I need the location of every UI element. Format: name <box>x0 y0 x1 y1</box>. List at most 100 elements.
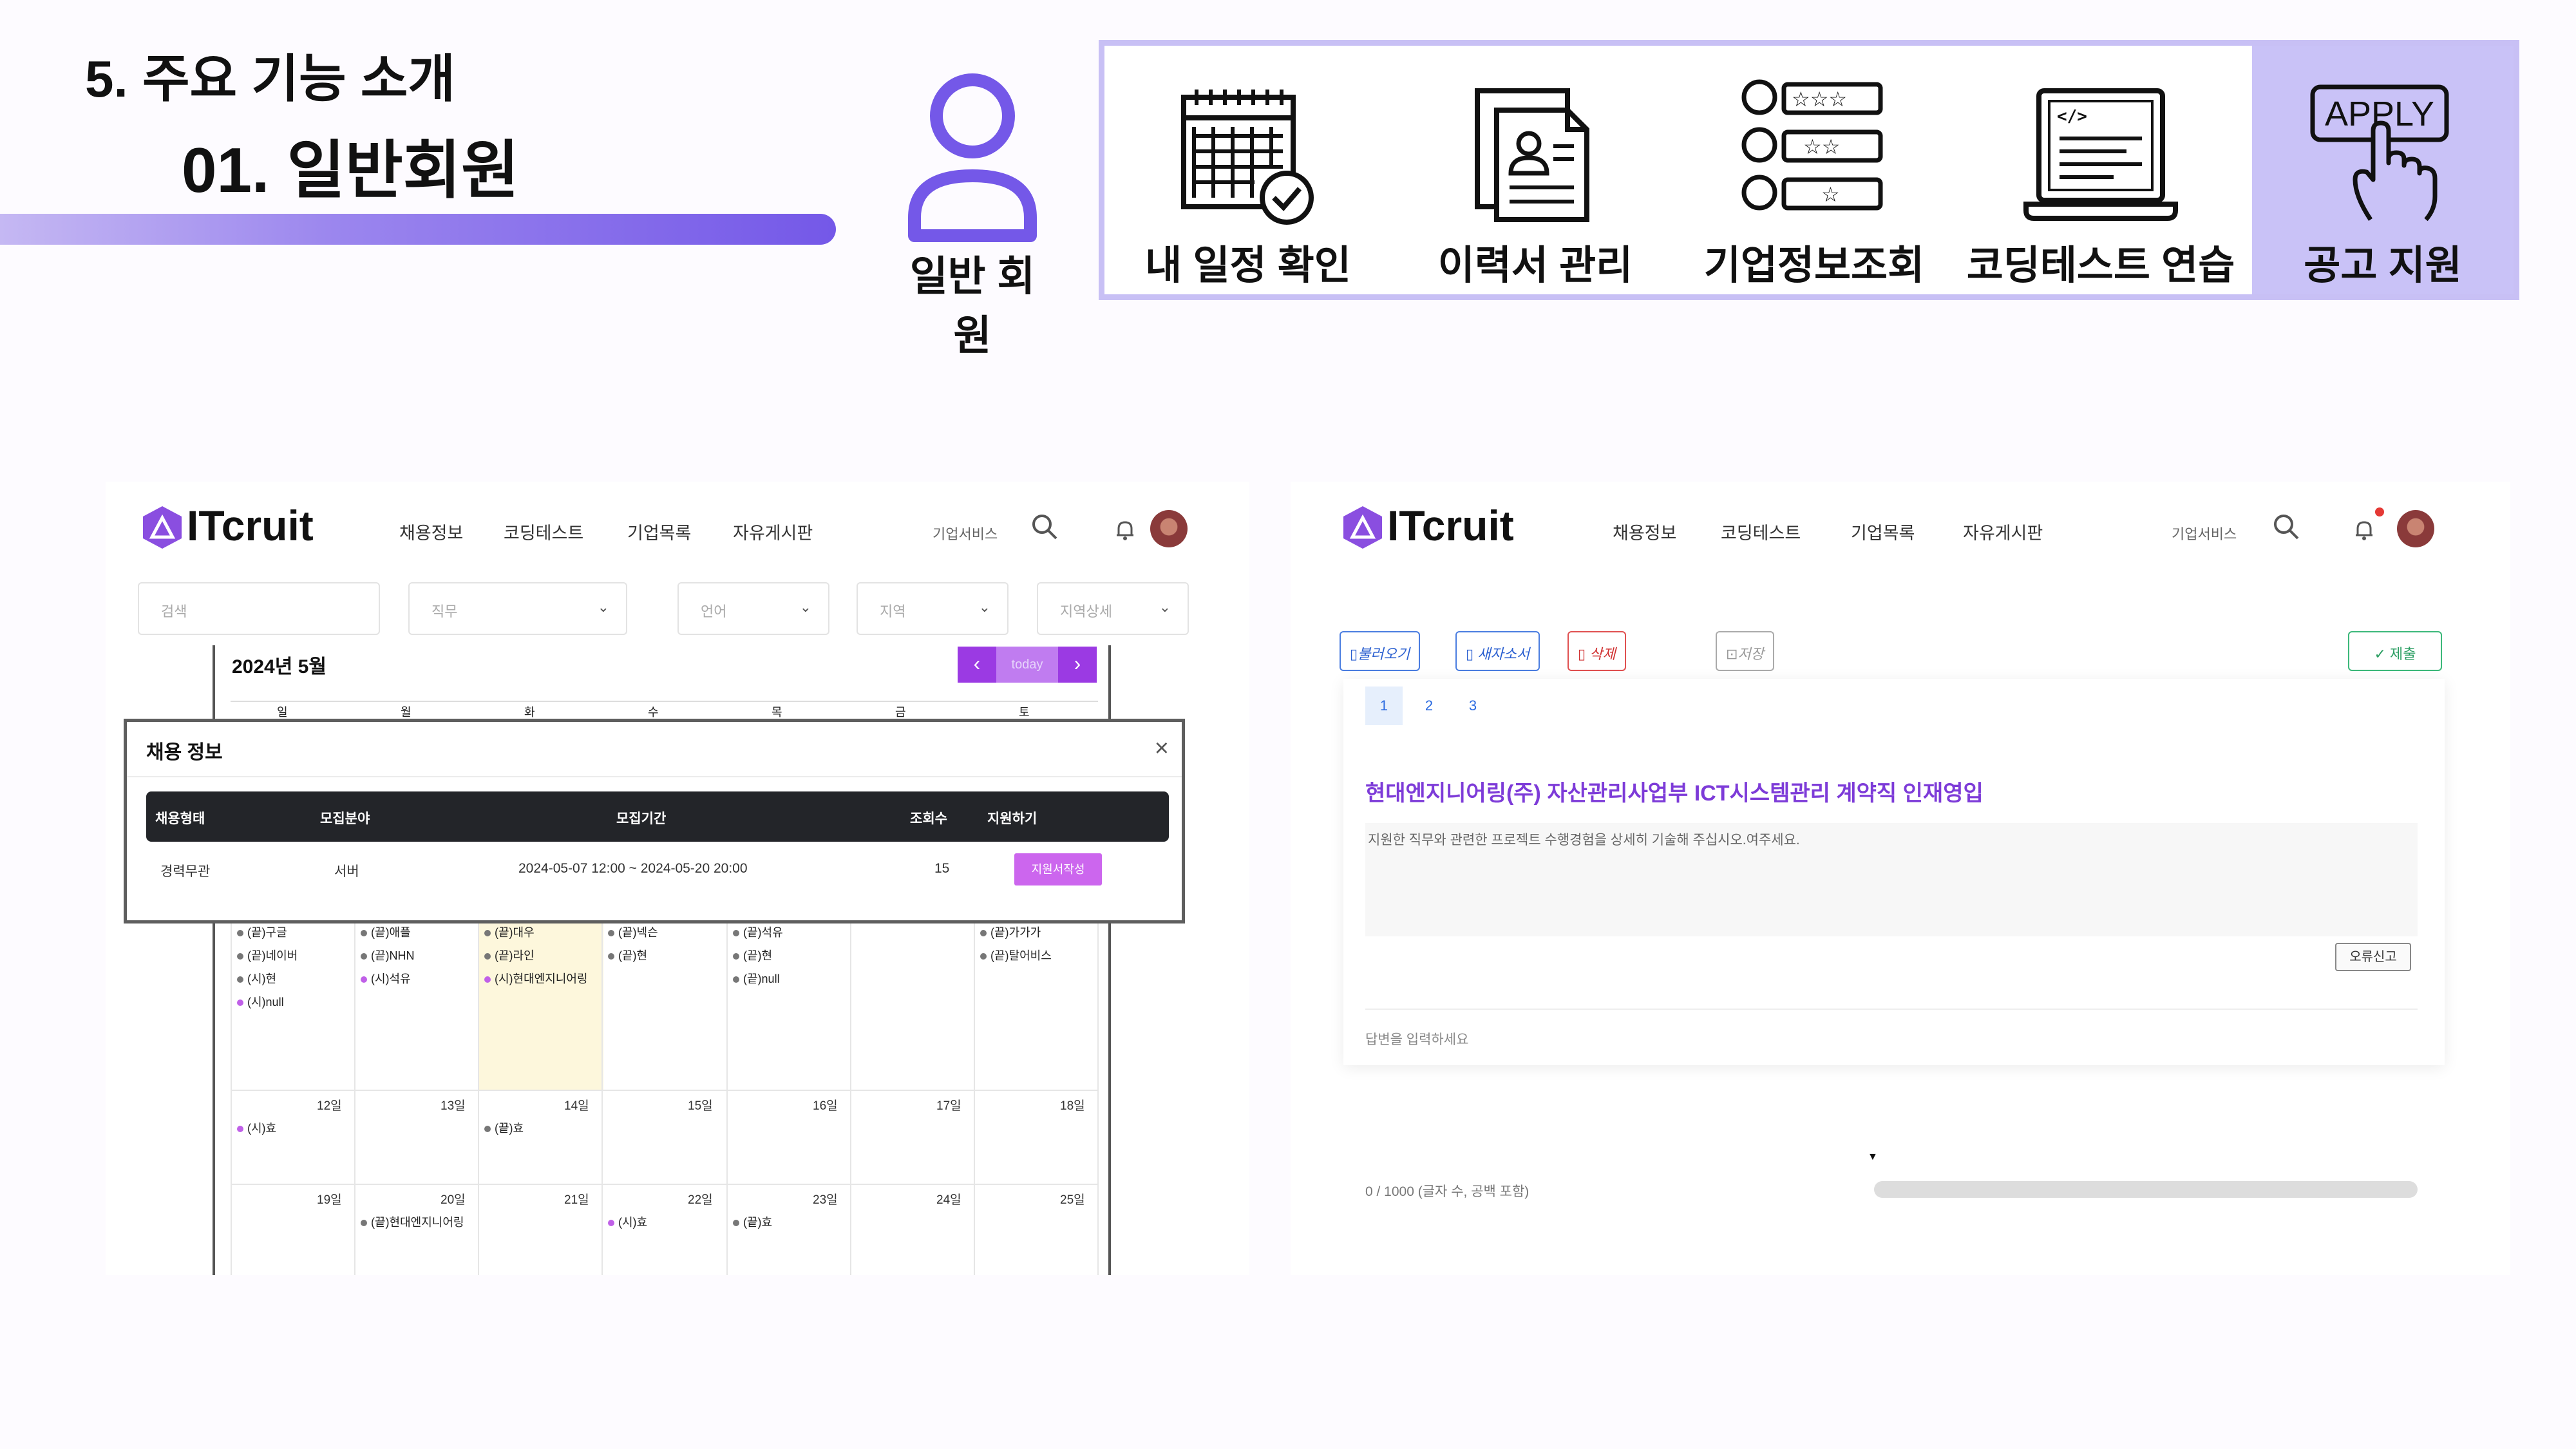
bell-icon[interactable] <box>2354 519 2374 541</box>
close-icon[interactable]: × <box>1155 735 1169 762</box>
company-rating-icon: ☆☆☆☆☆☆ <box>1741 79 1883 211</box>
calendar-event[interactable]: (시)현대엔지니어링 <box>484 970 587 987</box>
calendar-event[interactable]: (끝)네이버 <box>237 947 298 963</box>
language-select[interactable]: 언어 ⌄ <box>677 582 829 635</box>
question-tab-1[interactable]: 1 <box>1365 687 1403 725</box>
write-application-button[interactable]: 지원서작성 <box>1014 853 1102 886</box>
search-icon[interactable] <box>2271 511 2302 542</box>
column-header: 모집기간 <box>616 811 667 826</box>
search-input[interactable]: 검색 <box>138 582 380 635</box>
calendar-event[interactable]: (끝)라인 <box>484 947 535 963</box>
calendar-event[interactable]: (끝)석유 <box>733 923 783 940</box>
calendar-event[interactable]: (끝)현 <box>608 947 647 963</box>
submit-button[interactable]: ✓ 제출 <box>2348 631 2442 671</box>
length-progress-bar <box>1874 1181 2418 1198</box>
notification-dot <box>2375 507 2384 516</box>
new-cover-letter-button[interactable]: ▯ 새자소서 <box>1455 631 1540 671</box>
nav-jobs[interactable]: 채용정보 <box>399 519 463 544</box>
question-text: 지원한 직무와 관련한 프로젝트 수행경험을 상세히 기술해 주십시오.여주세요… <box>1365 823 2418 936</box>
day-number: 14일 <box>564 1099 589 1113</box>
feature-resume: 이력서 관리 <box>1392 46 1679 294</box>
avatar[interactable] <box>1150 510 1188 547</box>
calendar-screen: ITcruit 채용정보 코딩테스트 기업목록 자유게시판 기업서비스 검색 직… <box>106 482 1249 1275</box>
nav-companies[interactable]: 기업목록 <box>1851 519 1915 544</box>
calendar-event[interactable]: (끝)탈어비스 <box>980 947 1052 963</box>
day-number: 15일 <box>688 1099 713 1113</box>
today-highlight <box>479 916 603 1090</box>
weekday-label: 화 <box>524 706 535 719</box>
feature-company: ☆☆☆ ☆☆ ☆ 기업정보조회 <box>1679 46 1949 294</box>
day-number: 13일 <box>440 1099 466 1113</box>
feature-apply: APPLY 공고 지원 <box>2252 46 2514 294</box>
job-select-label: 직무 <box>431 603 458 620</box>
calendar-event[interactable]: (시)석유 <box>361 970 411 987</box>
answer-textarea[interactable]: 답변을 입력하세요 <box>1365 1029 1468 1048</box>
title-underline-bar <box>0 214 836 245</box>
nav-companies[interactable]: 기업목록 <box>627 519 691 544</box>
calendar-event[interactable]: (끝)넥슨 <box>608 923 658 940</box>
calendar-event[interactable]: (끝)구글 <box>237 923 287 940</box>
calendar-event[interactable]: (끝)애플 <box>361 923 411 940</box>
svg-text:☆☆☆: ☆☆☆ <box>1792 87 1847 111</box>
calendar-event[interactable]: (끝)null <box>733 970 780 987</box>
nav-board[interactable]: 자유게시판 <box>1963 519 2043 544</box>
svg-text:</>: </> <box>2057 107 2087 126</box>
calendar-event[interactable]: (끝)현대엔지니어링 <box>361 1213 464 1230</box>
feature-label: 공고 지원 <box>2304 243 2462 288</box>
prev-month-button[interactable]: ‹ <box>958 647 996 683</box>
calendar-event[interactable]: (시)효 <box>608 1213 647 1230</box>
site-logo[interactable]: ITcruit <box>187 501 314 550</box>
calendar-event[interactable]: (시)null <box>237 993 284 1010</box>
weekday-label: 월 <box>401 706 412 719</box>
day-number: 19일 <box>317 1193 342 1207</box>
load-button[interactable]: ▯불러오기 <box>1340 631 1421 671</box>
feature-calendar: 내 일정 확인 <box>1104 46 1392 294</box>
cover-letter-screen: ITcruit 채용정보 코딩테스트 기업목록 자유게시판 기업서비스 ▯불러오… <box>1291 482 2510 1275</box>
search-icon[interactable] <box>1029 511 1060 542</box>
column-header: 채용형태 <box>155 811 205 826</box>
bell-icon[interactable] <box>1115 519 1135 541</box>
report-error-button[interactable]: 오류신고 <box>2335 943 2411 971</box>
today-button[interactable]: today <box>996 647 1058 683</box>
save-button[interactable]: ⊡저장 <box>1716 631 1774 671</box>
calendar-event[interactable]: (끝)가가가 <box>980 923 1041 940</box>
feature-label: 이력서 관리 <box>1437 243 1633 288</box>
day-number: 24일 <box>936 1193 961 1207</box>
calendar-event[interactable]: (끝)효 <box>733 1213 772 1230</box>
apply-hand-icon: APPLY <box>2310 84 2449 222</box>
delete-button[interactable]: ▯ 삭제 <box>1567 631 1626 671</box>
feature-label: 내 일정 확인 <box>1145 243 1351 288</box>
feature-coding: </> 코딩테스트 연습 <box>1949 46 2252 294</box>
laptop-code-icon: </> <box>2023 88 2178 221</box>
region-select[interactable]: 지역 ⌄ <box>857 582 1009 635</box>
calendar-event[interactable]: (끝)대우 <box>484 923 535 940</box>
calendar-nav: ‹ today › <box>958 647 1097 683</box>
nav-coding-test[interactable]: 코딩테스트 <box>1721 519 1801 544</box>
logo-icon <box>1343 506 1382 549</box>
feature-label: 코딩테스트 연습 <box>1966 243 2235 288</box>
site-logo[interactable]: ITcruit <box>1387 501 1514 550</box>
avatar[interactable] <box>2397 510 2434 547</box>
nav-jobs[interactable]: 채용정보 <box>1613 519 1676 544</box>
next-month-button[interactable]: › <box>1058 647 1097 683</box>
column-header: 지원하기 <box>987 811 1037 826</box>
calendar-event[interactable]: (끝)효 <box>484 1119 524 1136</box>
calendar-event[interactable]: (시)현 <box>237 970 276 987</box>
day-number: 18일 <box>1060 1099 1085 1113</box>
job-select[interactable]: 직무 ⌄ <box>408 582 627 635</box>
question-tab-3[interactable]: 3 <box>1454 687 1492 725</box>
nav-coding-test[interactable]: 코딩테스트 <box>504 519 583 544</box>
section-title: 5. 주요 기능 소개 <box>85 50 455 108</box>
question-tab-2[interactable]: 2 <box>1410 687 1448 725</box>
nav-board[interactable]: 자유게시판 <box>733 519 813 544</box>
calendar-event[interactable]: (끝)현 <box>733 947 772 963</box>
business-service-link[interactable]: 기업서비스 <box>933 523 998 544</box>
calendar-event[interactable]: (끝)NHN <box>361 947 415 963</box>
column-header: 조회수 <box>910 811 947 826</box>
business-service-link[interactable]: 기업서비스 <box>2172 523 2237 544</box>
new-file-icon: ▯ <box>1466 646 1478 662</box>
day-number: 20일 <box>440 1193 466 1207</box>
calendar-check-icon <box>1181 90 1314 225</box>
region-detail-select[interactable]: 지역상세 ⌄ <box>1037 582 1189 635</box>
calendar-event[interactable]: (시)효 <box>237 1119 276 1136</box>
